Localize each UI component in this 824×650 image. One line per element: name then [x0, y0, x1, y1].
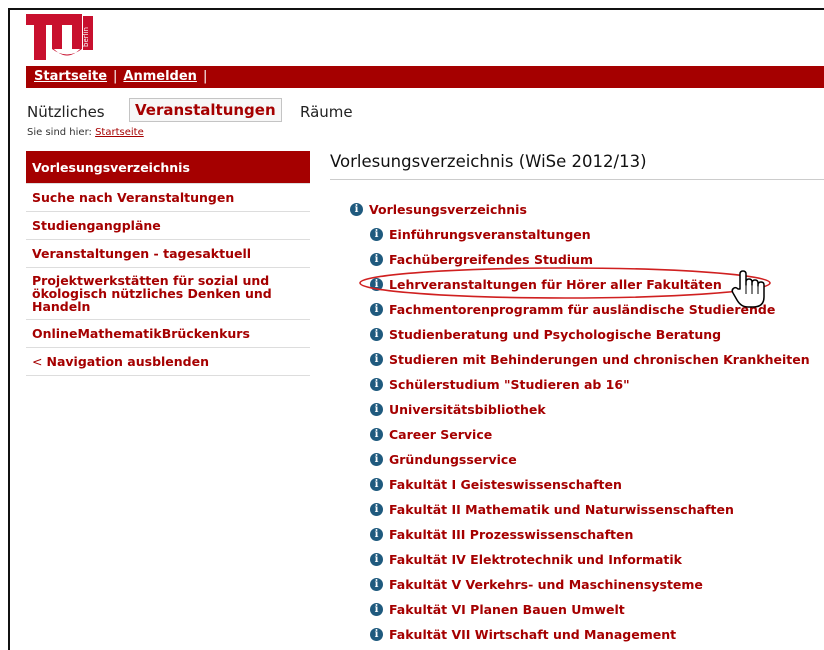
tree-item-label: Fachmentorenprogramm für ausländische St… [389, 302, 776, 317]
tree-item[interactable]: i Fakultät IV Elektrotechnik und Informat… [370, 552, 682, 567]
info-icon: i [370, 353, 383, 366]
tree-item[interactable]: i Schülerstudium "Studieren ab 16" [370, 377, 630, 392]
sidebar-item-projektwerkstaetten[interactable]: Projektwerkstätten für sozial und ökolog… [26, 268, 310, 321]
chevron-left-icon: < [32, 354, 43, 370]
svg-text:berlin: berlin [82, 27, 90, 47]
tree-item[interactable]: i Career Service [370, 427, 492, 442]
hand-cursor-icon [731, 270, 765, 308]
sidebar-item-studiengangplaene[interactable]: Studiengangpläne [26, 212, 310, 240]
tu-berlin-logo: berlin [26, 14, 93, 60]
tab-veranstaltungen[interactable]: Veranstaltungen [129, 98, 282, 122]
tree-root-item[interactable]: i Vorlesungsverzeichnis [350, 202, 527, 217]
info-icon: i [370, 453, 383, 466]
tree-item-label: Gründungsservice [389, 452, 517, 467]
info-icon: i [370, 228, 383, 241]
highlight-ellipse [359, 267, 771, 299]
tree-item[interactable]: i Fakultät II Mathematik und Naturwissens… [370, 502, 734, 517]
tree-item-label: Fakultät III Prozesswissenschaften [389, 527, 634, 542]
tree-item-label: Fakultät IV Elektrotechnik und Informati… [389, 552, 682, 567]
sidebar: Vorlesungsverzeichnis Suche nach Veranst… [26, 151, 310, 377]
tree-item-label: Studieren mit Behinderungen und chronisc… [389, 352, 810, 367]
tree-item[interactable]: i Fachmentorenprogramm für ausländische S… [370, 302, 775, 317]
breadcrumb-label: Sie sind hier: [27, 127, 92, 138]
tree-item-label: Fakultät VII Wirtschaft und Management [389, 627, 677, 642]
tree-item[interactable]: i Studienberatung und Psychologische Bera… [370, 327, 721, 342]
tree-item-label: Fakultät I Geisteswissenschaften [389, 477, 622, 492]
sidebar-item-brueckenkurs[interactable]: OnlineMathematikBrückenkurs [26, 320, 310, 349]
breadcrumb: Sie sind hier: Startseite [27, 127, 144, 138]
tree-item-label: Studienberatung und Psychologische Berat… [389, 327, 722, 342]
tree-item-label: Fakultät VI Planen Bauen Umwelt [389, 602, 625, 617]
info-icon: i [370, 503, 383, 516]
tree-item[interactable]: i Studieren mit Behinderungen und chronis… [370, 352, 810, 367]
info-icon: i [370, 603, 383, 616]
tree-item[interactable]: i Fakultät VI Planen Bauen Umwelt [370, 602, 625, 617]
tree-item-label: Einführungsveranstaltungen [389, 227, 591, 242]
tree-item-label: Fachübergreifendes Studium [389, 252, 593, 267]
info-icon: i [370, 378, 383, 391]
info-icon: i [350, 203, 363, 216]
info-icon: i [370, 303, 383, 316]
tree-item[interactable]: i Fachübergreifendes Studium [370, 252, 593, 267]
tab-nuetzliches[interactable]: Nützliches [27, 103, 105, 121]
info-icon: i [370, 403, 383, 416]
info-icon: i [370, 328, 383, 341]
sidebar-item-vorlesungsverzeichnis[interactable]: Vorlesungsverzeichnis [26, 151, 310, 184]
hide-navigation-button[interactable]: < Navigation ausblenden [26, 348, 310, 377]
tree-item-label: Universitätsbibliothek [389, 402, 546, 417]
tree-item[interactable]: i Fakultät I Geisteswissenschaften [370, 477, 622, 492]
breadcrumb-home-link[interactable]: Startseite [95, 127, 144, 138]
info-icon: i [370, 628, 383, 641]
tree-item-label: Fakultät II Mathematik und Naturwissensc… [389, 502, 734, 517]
separator: | [113, 69, 118, 84]
tree-root-label: Vorlesungsverzeichnis [369, 202, 527, 217]
tree-item[interactable]: i Gründungsservice [370, 452, 517, 467]
tree-item-label: Fakultät V Verkehrs- und Maschinensystem… [389, 577, 703, 592]
info-icon: i [370, 428, 383, 441]
home-link[interactable]: Startseite [34, 69, 107, 84]
login-link[interactable]: Anmelden [123, 69, 197, 84]
separator: | [202, 69, 208, 84]
hide-navigation-label: Navigation ausblenden [46, 354, 210, 370]
info-icon: i [370, 578, 383, 591]
info-icon: i [370, 528, 383, 541]
tree-item[interactable]: i Fakultät V Verkehrs- und Maschinensyste… [370, 577, 703, 592]
sidebar-item-suche[interactable]: Suche nach Veranstaltungen [26, 184, 310, 212]
sidebar-item-tagesaktuell[interactable]: Veranstaltungen - tagesaktuell [26, 240, 310, 268]
main-content: Vorlesungsverzeichnis (WiSe 2012/13) i V… [330, 152, 824, 642]
tree-item[interactable]: i Fakultät III Prozesswissenschaften [370, 527, 633, 542]
info-icon: i [370, 253, 383, 266]
tree-item[interactable]: i Universitätsbibliothek [370, 402, 546, 417]
tree-item-label: Career Service [389, 427, 493, 442]
info-icon: i [370, 553, 383, 566]
page-title: Vorlesungsverzeichnis (WiSe 2012/13) [330, 152, 824, 180]
tab-raeume[interactable]: Räume [300, 103, 353, 121]
info-icon: i [370, 478, 383, 491]
tree-item-label: Schülerstudium "Studieren ab 16" [389, 377, 630, 392]
tree-item[interactable]: i Fakultät VII Wirtschaft und Management [370, 627, 676, 642]
top-bar: Startseite | Anmelden | [26, 66, 824, 88]
tree-item[interactable]: i Einführungsveranstaltungen [370, 227, 591, 242]
